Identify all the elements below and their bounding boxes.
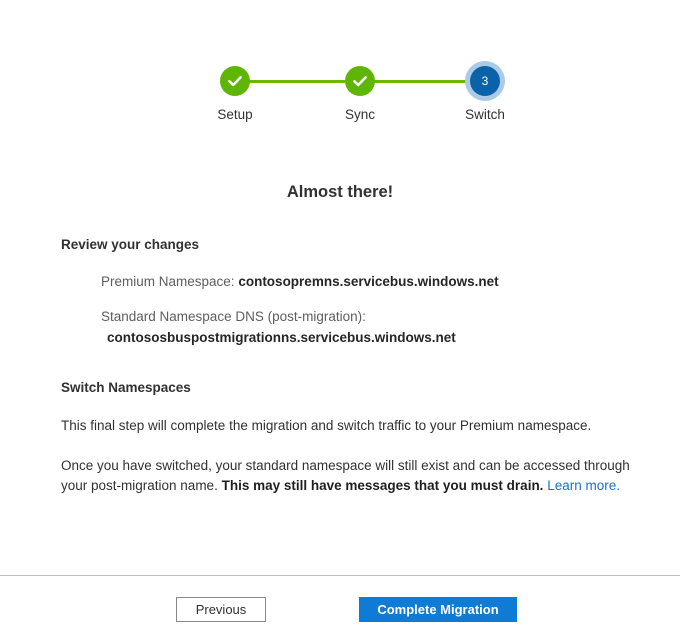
premium-namespace-value: contosopremns.servicebus.windows.net	[238, 274, 499, 289]
wizard-footer: Previous Complete Migration	[0, 576, 680, 644]
review-changes-heading: Review your changes	[61, 237, 200, 252]
namespace-row: Standard Namespace DNS (post-migration):…	[101, 307, 680, 347]
page-title: Almost there!	[286, 183, 394, 201]
switch-description-paragraph: This final step will complete the migrat…	[61, 418, 592, 433]
switch-namespaces-heading: Switch Namespaces	[61, 380, 191, 395]
namespace-row: Premium Namespace: contosopremns.service…	[101, 272, 680, 291]
namespace-summary-list: Premium Namespace: contosopremns.service…	[0, 272, 680, 347]
stepper-step-sync[interactable]: Sync	[320, 60, 400, 123]
stepper-step-label: Switch	[465, 107, 505, 122]
stepper-step-switch[interactable]: 3 Switch	[445, 60, 525, 123]
premium-namespace-label: Premium Namespace:	[101, 274, 235, 289]
post-migration-paragraph-emphasis: This may still have messages that you mu…	[221, 478, 544, 493]
step-number-badge: 3	[470, 66, 500, 96]
stepper-step-setup[interactable]: Setup	[195, 60, 275, 123]
complete-migration-button[interactable]: Complete Migration	[359, 597, 517, 622]
standard-namespace-dns-label: Standard Namespace DNS (post-migration):	[101, 309, 366, 324]
migration-wizard-stepper: Setup Sync 3 Switch	[0, 0, 680, 150]
learn-more-link[interactable]: Learn more.	[547, 478, 620, 493]
main-content: Almost there! Review your changes Premiu…	[0, 150, 680, 496]
stepper-step-label: Setup	[217, 107, 253, 122]
stepper-track: Setup Sync 3 Switch	[195, 60, 505, 140]
stepper-step-label: Sync	[344, 107, 375, 122]
check-icon	[220, 66, 250, 96]
standard-namespace-dns-value: contososbuspostmigrationns.servicebus.wi…	[107, 330, 456, 345]
check-icon	[345, 66, 375, 96]
previous-button[interactable]: Previous	[176, 597, 266, 622]
post-migration-paragraph: Once you have switched, your standard na…	[61, 456, 633, 496]
